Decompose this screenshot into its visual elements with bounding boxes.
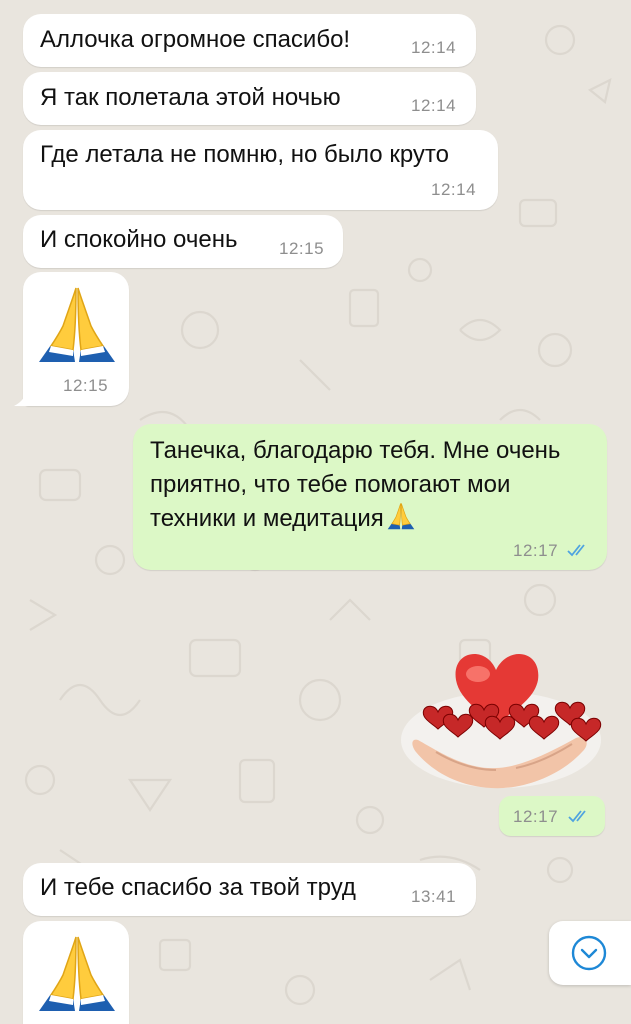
message-bubble-outgoing[interactable]: Танечка, благодарю тебя. Мне очень прият…	[133, 424, 607, 570]
message-time: 12:14	[431, 180, 477, 199]
praying-hands-icon	[387, 503, 415, 530]
sticker-time-badge: 12:17	[499, 796, 605, 836]
message-text: И спокойно очень	[40, 226, 238, 253]
message-bubble-incoming[interactable]: Где летала не помню, но было круто 12:14	[23, 130, 498, 210]
sticker-hearts-in-hands[interactable]	[396, 640, 606, 790]
message-bubble-incoming[interactable]: Аллочка огромное спасибо! 12:14	[23, 14, 476, 67]
message-bubble-incoming[interactable]: И тебе спасибо за твой труд 13:41	[23, 863, 476, 916]
message-text: И тебе спасибо за твой труд	[40, 874, 356, 901]
scroll-to-bottom-button[interactable]	[549, 921, 631, 985]
praying-hands-icon	[39, 936, 115, 1011]
message-time: 12:14	[411, 38, 457, 57]
message-text-content: Танечка, благодарю тебя. Мне очень прият…	[150, 437, 561, 532]
read-checkmarks-icon	[567, 544, 585, 557]
message-bubble-incoming[interactable]: Я так полетала этой ночью 12:14	[23, 72, 476, 125]
read-checkmarks-icon	[568, 810, 586, 823]
message-text: Аллочка огромное спасибо!	[40, 26, 351, 53]
sticker-image	[401, 653, 602, 789]
message-time: 12:17	[513, 807, 559, 826]
chevron-down-circle-icon	[571, 935, 607, 971]
message-time: 12:14	[411, 96, 457, 115]
message-time: 12:15	[63, 376, 109, 395]
bubble-tail	[14, 390, 32, 406]
message-bubble-incoming-emoji[interactable]	[23, 921, 129, 1024]
message-time: 12:15	[279, 239, 325, 258]
message-bubble-incoming[interactable]: И спокойно очень 12:15	[23, 215, 343, 268]
message-time: 12:17	[513, 541, 559, 560]
praying-hands-icon	[39, 287, 115, 362]
message-text: Я так полетала этой ночью	[40, 84, 341, 111]
message-bubble-incoming-emoji[interactable]: 12:15	[23, 272, 129, 406]
message-text: Где летала не помню, но было круто	[40, 141, 449, 168]
message-text: Танечка, благодарю тебя. Мне очень прият…	[150, 434, 590, 536]
message-time: 13:41	[411, 887, 457, 906]
